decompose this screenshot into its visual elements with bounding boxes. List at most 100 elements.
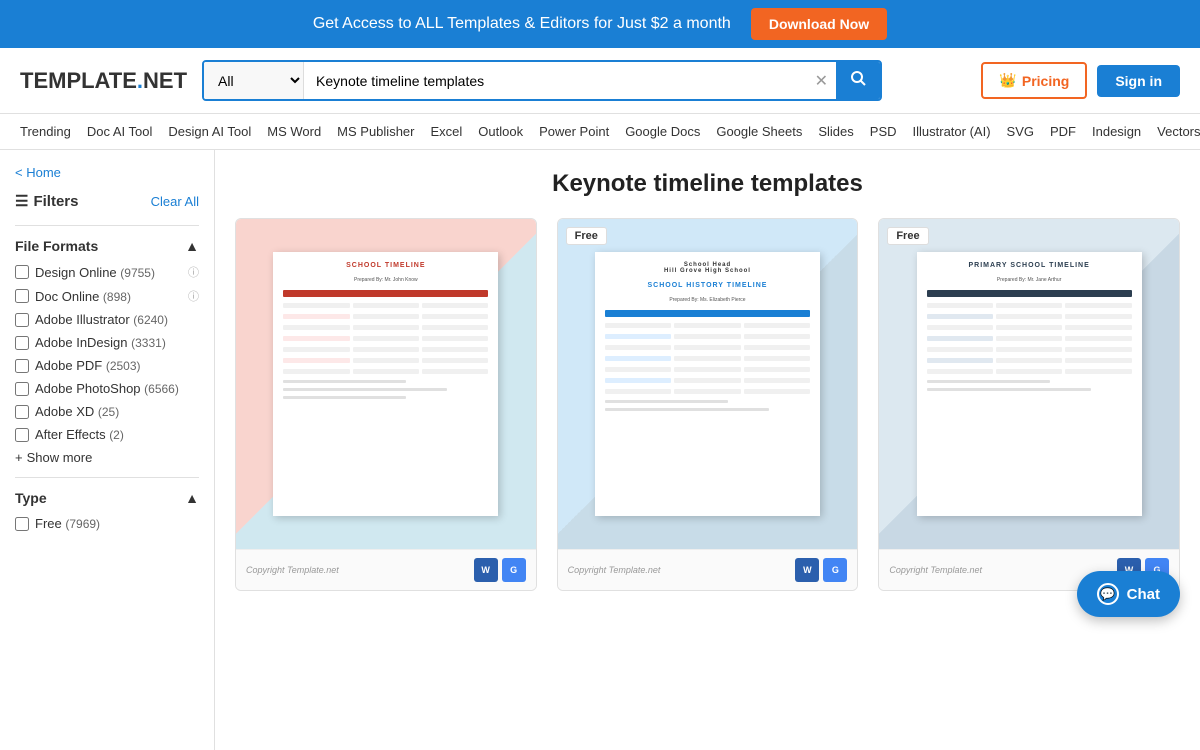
nav-google-docs[interactable]: Google Docs bbox=[625, 124, 700, 139]
docs-icon-1: G bbox=[502, 558, 526, 582]
clear-all-link[interactable]: Clear All bbox=[151, 194, 199, 209]
search-input[interactable] bbox=[304, 62, 807, 99]
card-icons-1: W G bbox=[474, 558, 526, 582]
filter-free: Free (7969) bbox=[15, 516, 199, 531]
info-icon-2[interactable]: ⓘ bbox=[188, 288, 199, 304]
filter-photoshop-checkbox[interactable] bbox=[15, 382, 29, 396]
nav-indesign[interactable]: Indesign bbox=[1092, 124, 1141, 139]
filter-xd: Adobe XD (25) bbox=[15, 404, 199, 419]
search-clear-button[interactable]: ✕ bbox=[807, 62, 836, 99]
filter-indesign-checkbox[interactable] bbox=[15, 336, 29, 350]
doc-mockup-1: SCHOOL TIMELINE Prepared By: Mr. John Kn… bbox=[273, 252, 498, 516]
filter-illustrator-checkbox[interactable] bbox=[15, 313, 29, 327]
template-card-1[interactable]: SCHOOL TIMELINE Prepared By: Mr. John Kn… bbox=[235, 218, 537, 591]
free-badge-2: Free bbox=[566, 227, 607, 245]
template-grid: SCHOOL TIMELINE Prepared By: Mr. John Kn… bbox=[235, 218, 1180, 591]
show-more-button[interactable]: + Show more bbox=[15, 450, 199, 465]
collapse-type-icon: ▲ bbox=[185, 490, 199, 506]
plus-icon: + bbox=[15, 450, 23, 465]
nav-powerpoint[interactable]: Power Point bbox=[539, 124, 609, 139]
nav-vectors[interactable]: Vectors (EPS) bbox=[1157, 124, 1200, 139]
chat-label: Chat bbox=[1127, 586, 1160, 603]
filter-xd-label: Adobe XD (25) bbox=[35, 404, 199, 419]
nav-ms-publisher[interactable]: MS Publisher bbox=[337, 124, 414, 139]
filter-doc-online-checkbox[interactable] bbox=[15, 289, 29, 303]
type-section-title[interactable]: Type ▲ bbox=[15, 490, 199, 506]
filter-xd-checkbox[interactable] bbox=[15, 405, 29, 419]
doc-header-row-2 bbox=[605, 310, 810, 317]
card-watermark-2: Copyright Template.net bbox=[568, 565, 661, 575]
nav-google-sheets[interactable]: Google Sheets bbox=[716, 124, 802, 139]
nav-outlook[interactable]: Outlook bbox=[478, 124, 523, 139]
doc-title-1: SCHOOL TIMELINE bbox=[283, 262, 488, 269]
divider bbox=[15, 225, 199, 226]
filter-pdf-label: Adobe PDF (2503) bbox=[35, 358, 199, 373]
doc-subtitle-3: Prepared By: Mr. Jane Arthur bbox=[927, 277, 1132, 283]
doc-title-school: School HeadHill Grove High School bbox=[605, 262, 810, 274]
page-title: Keynote timeline templates bbox=[235, 170, 1180, 198]
nav-ms-word[interactable]: MS Word bbox=[267, 124, 321, 139]
chat-button[interactable]: 💬 Chat bbox=[1077, 571, 1180, 617]
logo: TEMPLATE.NET bbox=[20, 68, 187, 94]
filter-pdf-checkbox[interactable] bbox=[15, 359, 29, 373]
logo-text: TEMPLATE bbox=[20, 68, 137, 93]
card-footer-2: Copyright Template.net W G bbox=[558, 549, 858, 590]
card-watermark-3: Copyright Template.net bbox=[889, 565, 982, 575]
type-divider bbox=[15, 477, 199, 478]
filter-pdf: Adobe PDF (2503) bbox=[15, 358, 199, 373]
template-preview-1: SCHOOL TIMELINE Prepared By: Mr. John Kn… bbox=[236, 219, 536, 549]
template-preview-2: Free School HeadHill Grove High School S… bbox=[558, 219, 858, 549]
info-icon[interactable]: ⓘ bbox=[188, 264, 199, 280]
download-now-button[interactable]: Download Now bbox=[751, 8, 887, 40]
search-submit-button[interactable] bbox=[836, 62, 880, 99]
filters-title: ☰ Filters bbox=[15, 192, 78, 210]
nav-design-ai[interactable]: Design AI Tool bbox=[168, 124, 251, 139]
filter-after-effects-checkbox[interactable] bbox=[15, 428, 29, 442]
doc-subtitle-2: Prepared By: Ms. Elizabeth Pierce bbox=[605, 297, 810, 303]
filter-design-online-checkbox[interactable] bbox=[15, 265, 29, 279]
pricing-button[interactable]: 👑 Pricing bbox=[981, 62, 1087, 99]
template-card-2[interactable]: Free School HeadHill Grove High School S… bbox=[557, 218, 859, 591]
nav-trending[interactable]: Trending bbox=[20, 124, 71, 139]
file-formats-section-title[interactable]: File Formats ▲ bbox=[15, 238, 199, 254]
filter-free-checkbox[interactable] bbox=[15, 517, 29, 531]
filter-design-online-label: Design Online (9755) bbox=[35, 265, 182, 280]
filter-photoshop-label: Adobe PhotoShop (6566) bbox=[35, 381, 199, 396]
pricing-icon: 👑 bbox=[999, 72, 1016, 89]
doc-title-3: PRIMARY SCHOOL TIMELINE bbox=[927, 262, 1132, 269]
word-icon-1: W bbox=[474, 558, 498, 582]
nav-pdf[interactable]: PDF bbox=[1050, 124, 1076, 139]
header-actions: 👑 Pricing Sign in bbox=[981, 62, 1180, 99]
nav-doc-ai[interactable]: Doc AI Tool bbox=[87, 124, 153, 139]
nav-psd[interactable]: PSD bbox=[870, 124, 897, 139]
template-preview-3: Free PRIMARY SCHOOL TIMELINE Prepared By… bbox=[879, 219, 1179, 549]
free-badge-3: Free bbox=[887, 227, 928, 245]
nav-slides[interactable]: Slides bbox=[818, 124, 853, 139]
filter-icon: ☰ bbox=[15, 192, 28, 210]
pricing-label: Pricing bbox=[1022, 73, 1069, 89]
back-home-link[interactable]: < Home bbox=[15, 165, 199, 180]
doc-header-row-1 bbox=[283, 290, 488, 297]
doc-title-2: SCHOOL HISTORY TIMELINE bbox=[605, 282, 810, 289]
filter-free-label: Free (7969) bbox=[35, 516, 199, 531]
search-category-select[interactable]: All MS Word PDF bbox=[204, 62, 304, 99]
filter-illustrator: Adobe Illustrator (6240) bbox=[15, 312, 199, 327]
filter-photoshop: Adobe PhotoShop (6566) bbox=[15, 381, 199, 396]
doc-mockup-3: PRIMARY SCHOOL TIMELINE Prepared By: Mr.… bbox=[917, 252, 1142, 516]
doc-mockup-2: School HeadHill Grove High School SCHOOL… bbox=[595, 252, 820, 516]
sidebar: < Home ☰ Filters Clear All File Formats … bbox=[0, 150, 215, 750]
filter-doc-online: Doc Online (898) ⓘ bbox=[15, 288, 199, 304]
nav-svg[interactable]: SVG bbox=[1007, 124, 1034, 139]
template-card-3[interactable]: Free PRIMARY SCHOOL TIMELINE Prepared By… bbox=[878, 218, 1180, 591]
card-watermark-1: Copyright Template.net bbox=[246, 565, 339, 575]
nav-illustrator[interactable]: Illustrator (AI) bbox=[913, 124, 991, 139]
filter-design-online: Design Online (9755) ⓘ bbox=[15, 264, 199, 280]
nav-bar: Trending Doc AI Tool Design AI Tool MS W… bbox=[0, 114, 1200, 150]
card-footer-1: Copyright Template.net W G bbox=[236, 549, 536, 590]
signin-button[interactable]: Sign in bbox=[1097, 65, 1180, 97]
search-bar: All MS Word PDF ✕ bbox=[202, 60, 882, 101]
nav-excel[interactable]: Excel bbox=[430, 124, 462, 139]
filter-illustrator-label: Adobe Illustrator (6240) bbox=[35, 312, 199, 327]
doc-subtitle-1: Prepared By: Mr. John Know bbox=[283, 277, 488, 283]
logo-net: NET bbox=[143, 68, 187, 93]
